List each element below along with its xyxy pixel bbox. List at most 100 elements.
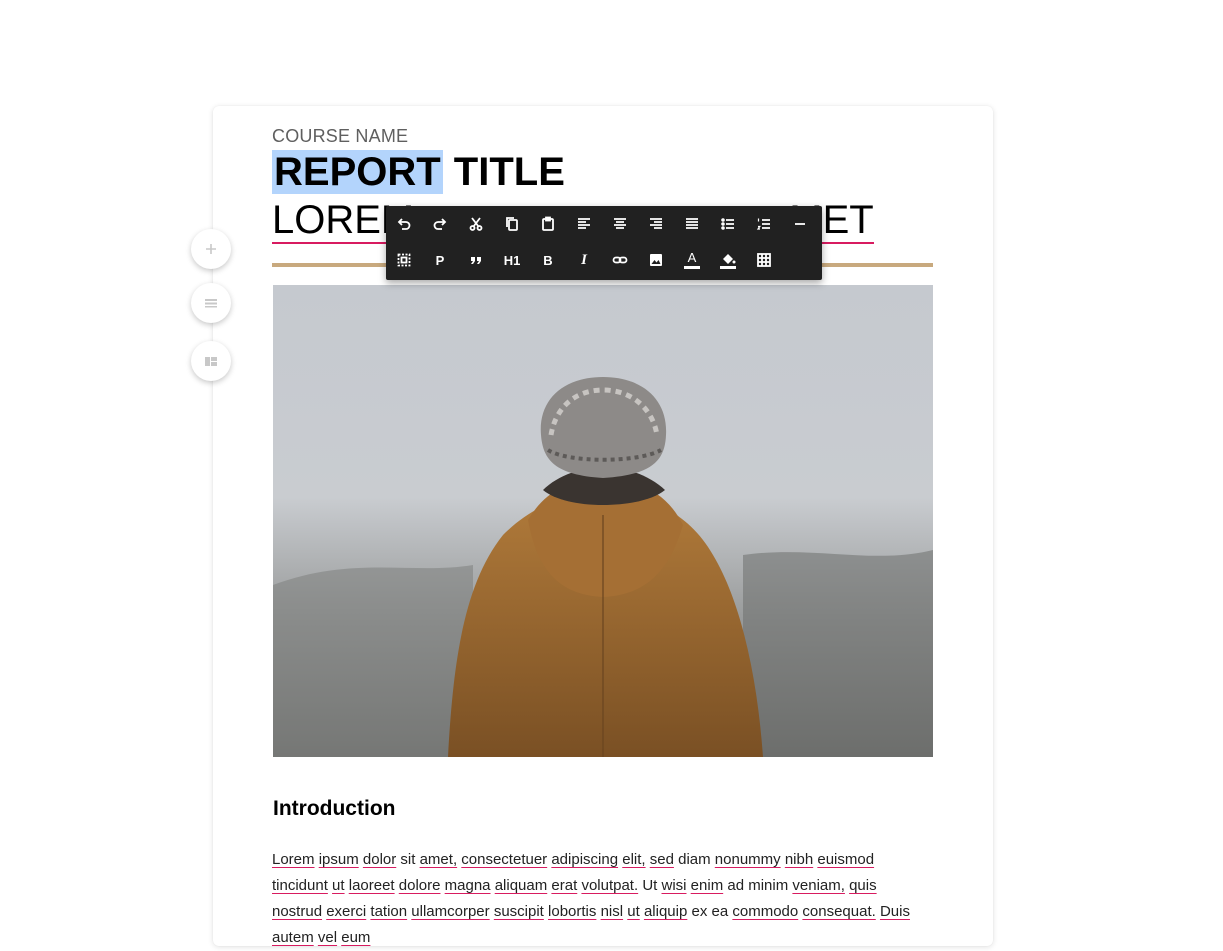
table-button[interactable] bbox=[746, 242, 782, 278]
align-left-button[interactable] bbox=[566, 206, 602, 242]
align-center-icon bbox=[614, 218, 626, 229]
paragraph-word: sed bbox=[649, 851, 674, 868]
paragraph-word: volutpat. bbox=[581, 877, 639, 894]
report-image[interactable] bbox=[273, 285, 933, 757]
paragraph-word: consequat. bbox=[802, 903, 876, 920]
paste-icon bbox=[542, 216, 554, 231]
course-name[interactable]: COURSE NAME bbox=[272, 126, 408, 147]
paragraph-word: ipsum bbox=[318, 851, 359, 868]
paragraph-word: nostrud bbox=[272, 903, 323, 920]
align-center-button[interactable] bbox=[602, 206, 638, 242]
paragraph-word: nonummy bbox=[714, 851, 781, 868]
paragraph-word: Lorem bbox=[272, 851, 315, 868]
paragraph-word: laoreet bbox=[348, 877, 395, 894]
toolbar-row-2: P H1 B I A bbox=[386, 242, 782, 278]
person-in-hood-photo bbox=[273, 285, 933, 757]
select-all-icon bbox=[397, 253, 411, 267]
paragraph-word: nibh bbox=[784, 851, 814, 868]
paragraph-word: aliquip bbox=[643, 903, 688, 920]
paragraph-word: Ut bbox=[642, 877, 658, 894]
align-justify-icon bbox=[686, 218, 698, 229]
paragraph-word: quis bbox=[849, 877, 877, 894]
paragraph-word: veniam, bbox=[792, 877, 845, 894]
bold-button[interactable]: B bbox=[530, 242, 566, 278]
text-color-button[interactable]: A bbox=[674, 242, 710, 278]
italic-button[interactable]: I bbox=[566, 242, 602, 278]
paragraph-word: dolore bbox=[398, 877, 441, 894]
select-all-button[interactable] bbox=[386, 242, 422, 278]
section-icon bbox=[205, 299, 217, 308]
align-right-icon bbox=[650, 218, 662, 229]
paragraph-word: ea bbox=[711, 903, 729, 920]
report-title-rest[interactable]: TITLE bbox=[443, 150, 565, 194]
undo-button[interactable] bbox=[386, 206, 422, 242]
paragraph-word: autem bbox=[272, 929, 314, 946]
paragraph-word: ut bbox=[332, 877, 345, 894]
paragraph-word: eum bbox=[341, 929, 371, 946]
copy-icon bbox=[506, 217, 518, 231]
numbered-list-button[interactable] bbox=[746, 206, 782, 242]
table-icon bbox=[757, 253, 771, 267]
paragraph-word: magna bbox=[444, 877, 491, 894]
paragraph-word: Duis bbox=[879, 903, 910, 920]
paragraph-word: ullamcorper bbox=[411, 903, 490, 920]
paragraph-word: adipiscing bbox=[551, 851, 619, 868]
link-icon bbox=[612, 256, 628, 264]
paragraph-word: dolor bbox=[362, 851, 397, 868]
paragraph-word: erat bbox=[551, 877, 578, 894]
fill-color-icon bbox=[723, 253, 736, 264]
paragraph-button[interactable]: P bbox=[422, 242, 458, 278]
section-heading-introduction[interactable]: Introduction bbox=[273, 797, 395, 821]
heading-1-button[interactable]: H1 bbox=[494, 242, 530, 278]
text-color-icon: A bbox=[687, 250, 697, 265]
redo-icon bbox=[433, 218, 447, 230]
paragraph-word: tincidunt bbox=[272, 877, 328, 894]
align-left-icon bbox=[578, 218, 590, 229]
heading-1-icon: H1 bbox=[503, 252, 521, 268]
horizontal-rule-icon bbox=[795, 223, 805, 225]
undo-icon bbox=[397, 218, 411, 230]
paste-button[interactable] bbox=[530, 206, 566, 242]
paragraph-word: diam bbox=[678, 851, 711, 868]
horizontal-rule-button[interactable] bbox=[782, 206, 818, 242]
redo-button[interactable] bbox=[422, 206, 458, 242]
cut-button[interactable] bbox=[458, 206, 494, 242]
bullet-list-icon bbox=[721, 218, 734, 230]
layout-options-button[interactable] bbox=[191, 341, 231, 381]
numbered-list-icon bbox=[756, 218, 770, 230]
fill-color-button[interactable] bbox=[710, 242, 746, 278]
section-options-button[interactable] bbox=[191, 283, 231, 323]
paragraph-word: wisi bbox=[661, 877, 687, 894]
paragraph-word: exerci bbox=[326, 903, 367, 920]
paragraph-word: ut bbox=[627, 903, 640, 920]
copy-button[interactable] bbox=[494, 206, 530, 242]
paragraph-icon: P bbox=[435, 252, 445, 268]
paragraph-word: minim bbox=[748, 877, 789, 894]
align-right-button[interactable] bbox=[638, 206, 674, 242]
fill-color-swatch bbox=[720, 265, 736, 269]
cut-icon bbox=[469, 217, 483, 231]
paragraph-word: nisl bbox=[600, 903, 624, 920]
image-button[interactable] bbox=[638, 242, 674, 278]
paragraph-word: aliquam bbox=[494, 877, 548, 894]
text-color-swatch bbox=[684, 266, 700, 269]
paragraph-word: ad bbox=[727, 877, 745, 894]
add-icon bbox=[206, 244, 216, 254]
report-title[interactable]: REPORT TITLE bbox=[272, 150, 565, 194]
link-button[interactable] bbox=[602, 242, 638, 278]
paragraph-word: suscipit bbox=[493, 903, 544, 920]
selected-text[interactable]: REPORT bbox=[272, 150, 443, 194]
bullet-list-button[interactable] bbox=[710, 206, 746, 242]
align-justify-button[interactable] bbox=[674, 206, 710, 242]
toolbar-row-1 bbox=[386, 206, 818, 242]
paragraph-word: vel bbox=[317, 929, 338, 946]
formatting-toolbar: P H1 B I A bbox=[386, 206, 822, 280]
paragraph-word: amet, bbox=[419, 851, 458, 868]
paragraph-word: ex bbox=[691, 903, 708, 920]
bold-icon: B bbox=[543, 252, 553, 268]
add-block-button[interactable] bbox=[191, 229, 231, 269]
introduction-paragraph[interactable]: Lorem ipsum dolor sit amet, consectetuer… bbox=[272, 847, 927, 951]
paragraph-word: consectetuer bbox=[461, 851, 548, 868]
blockquote-button[interactable] bbox=[458, 242, 494, 278]
layout-icon bbox=[205, 357, 217, 366]
